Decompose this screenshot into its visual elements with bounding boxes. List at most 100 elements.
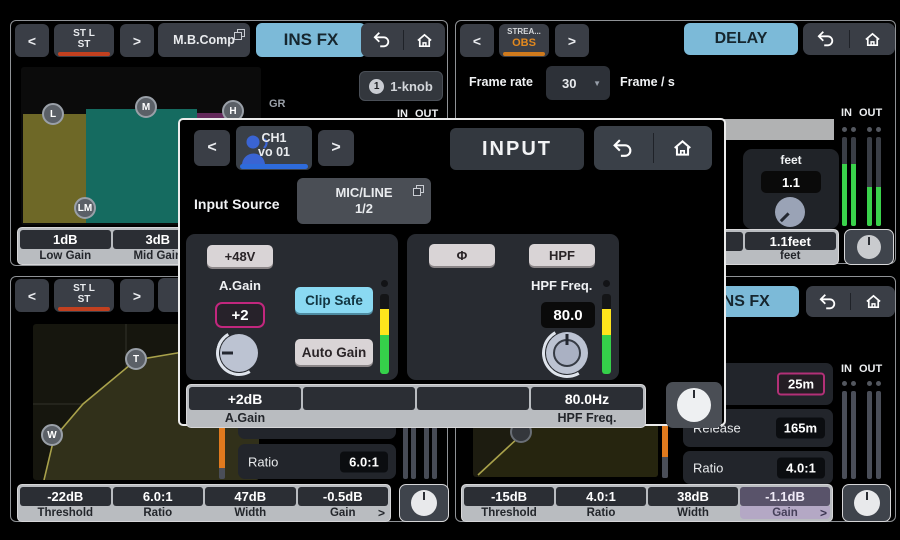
param-cell-selected[interactable]: -1.1dB Gain> (740, 487, 830, 519)
knob-icon (411, 490, 437, 516)
preset-button[interactable]: M.B.Comp (158, 23, 250, 57)
home-icon[interactable] (404, 32, 446, 49)
frame-rate-unit: Frame / s (620, 75, 675, 89)
frame-rate-label: Frame rate (469, 75, 533, 89)
channel-name: ST L (73, 283, 95, 294)
in-label: IN (841, 363, 852, 375)
nav-next-button[interactable]: > (555, 24, 589, 57)
knob-icon (769, 191, 811, 233)
phantom-power-button[interactable]: +48V (207, 245, 273, 267)
clip-safe-button[interactable]: Clip Safe (295, 287, 373, 313)
frame-rate-select[interactable]: 30 ▼ (546, 66, 610, 100)
meter-labels: IN OUT (841, 363, 882, 375)
param-cell[interactable]: +2dBA.Gain (189, 387, 301, 425)
copy-icon (237, 29, 245, 37)
gain-meter (380, 294, 389, 374)
home-icon[interactable] (851, 293, 895, 310)
delay-value[interactable]: 1.1 (761, 171, 821, 193)
back-icon[interactable] (806, 293, 850, 311)
nav-next-button[interactable]: > (120, 24, 154, 57)
one-knob-button[interactable]: 1 1-knob (359, 71, 443, 101)
back-icon[interactable] (361, 31, 403, 49)
page-title: DELAY (684, 23, 798, 55)
param-cell[interactable]: -15dBThreshold (464, 487, 554, 519)
knob-icon (854, 490, 880, 516)
nav-next-button[interactable]: > (120, 279, 154, 312)
param-cell[interactable]: 1dBLow Gain (20, 230, 111, 262)
one-knob-badge-icon: 1 (369, 79, 384, 94)
channel-underline (503, 52, 545, 56)
param-cell[interactable]: 47dBWidth (205, 487, 296, 519)
hpf-freq-knob[interactable] (546, 332, 588, 374)
param-cell[interactable]: 80.0HzHPF Freq. (531, 387, 643, 425)
param-cell[interactable]: 6.0:1Ratio (113, 487, 204, 519)
channel-select-button[interactable]: CH1 vo 01 (236, 126, 312, 170)
band-knob-mid[interactable]: M (135, 96, 157, 118)
back-icon[interactable] (803, 30, 849, 48)
out-meter (876, 391, 881, 479)
auto-gain-button[interactable]: Auto Gain (295, 339, 373, 365)
channel-select-button[interactable]: ST L ST (54, 24, 114, 57)
peak-dot (842, 127, 847, 132)
phase-button[interactable]: Φ (429, 244, 495, 266)
threshold-knob[interactable]: T (125, 348, 147, 370)
param-cell[interactable]: 38dBWidth (648, 487, 738, 519)
hpf-panel: Φ HPF HPF Freq. 80.0 (407, 234, 619, 380)
channel-name-2: OBS (512, 37, 536, 49)
param-cell[interactable]: 1.1feetfeet (745, 232, 837, 262)
hpf-button[interactable]: HPF (529, 244, 595, 266)
peak-dot (867, 127, 872, 132)
channel-select-button[interactable]: ST L ST (54, 279, 114, 312)
page-title: INS FX (256, 23, 366, 57)
parameter-bar: -15dBThreshold 4.0:1Ratio 38dBWidth -1.1… (461, 484, 833, 522)
meter-labels: INOUT (841, 107, 882, 119)
param-cell[interactable]: -0.5dB Gain> (298, 487, 389, 519)
out-label: OUT (859, 363, 882, 375)
channel-name: STREA... (507, 28, 541, 37)
nav-prev-button[interactable]: < (15, 279, 49, 312)
band-knob-low[interactable]: L (42, 103, 64, 125)
param-cell[interactable] (417, 387, 529, 425)
band-knob-lowmid[interactable]: LM (74, 197, 96, 219)
touch-knob-button[interactable] (844, 229, 894, 265)
channel-underline (240, 164, 308, 169)
input-source-button[interactable]: MIC/LINE 1/2 (297, 178, 431, 224)
nav-right-group (594, 126, 712, 170)
more-chevron-icon[interactable]: > (820, 506, 827, 520)
touch-knob-button[interactable] (842, 484, 891, 522)
param-cell[interactable] (303, 387, 415, 425)
channel-name-2: ST (78, 39, 91, 50)
width-knob[interactable]: W (41, 424, 63, 446)
peak-dot (867, 381, 872, 386)
nav-right-group (361, 23, 445, 57)
parameter-bar: -22dBThreshold 6.0:1Ratio 47dBWidth -0.5… (17, 484, 391, 522)
home-icon[interactable] (850, 31, 896, 48)
nav-prev-button[interactable]: < (460, 24, 494, 57)
row-value[interactable]: 4.0:1 (777, 457, 825, 478)
back-icon[interactable] (594, 138, 653, 159)
delay-knob[interactable] (775, 197, 805, 227)
row-value[interactable]: 6.0:1 (340, 451, 388, 472)
more-chevron-icon[interactable]: > (378, 506, 385, 520)
row-value-selected[interactable]: 25m (777, 373, 825, 396)
nav-next-button[interactable]: > (318, 130, 354, 166)
channel-name: ST L (73, 28, 95, 39)
param-cell[interactable]: 4.0:1Ratio (556, 487, 646, 519)
param-cell[interactable]: -22dBThreshold (20, 487, 111, 519)
in-meter (851, 137, 856, 226)
touch-knob-button[interactable] (666, 382, 722, 428)
home-icon[interactable] (654, 138, 713, 158)
channel-name-2: vo 01 (258, 146, 290, 160)
feet-label: feet (743, 153, 839, 167)
nav-prev-button[interactable]: < (15, 24, 49, 57)
nav-prev-button[interactable]: < (194, 130, 230, 166)
analog-gain-value[interactable]: +2 (215, 302, 265, 328)
knob-icon (857, 235, 881, 259)
analog-gain-knob[interactable] (220, 334, 258, 372)
row-value[interactable]: 165m (776, 418, 825, 439)
channel-underline (58, 307, 110, 311)
touch-knob-button[interactable] (399, 484, 449, 522)
in-meter (842, 137, 847, 226)
channel-select-button[interactable]: STREA... OBS (499, 24, 549, 57)
hpf-freq-value[interactable]: 80.0 (541, 302, 595, 328)
